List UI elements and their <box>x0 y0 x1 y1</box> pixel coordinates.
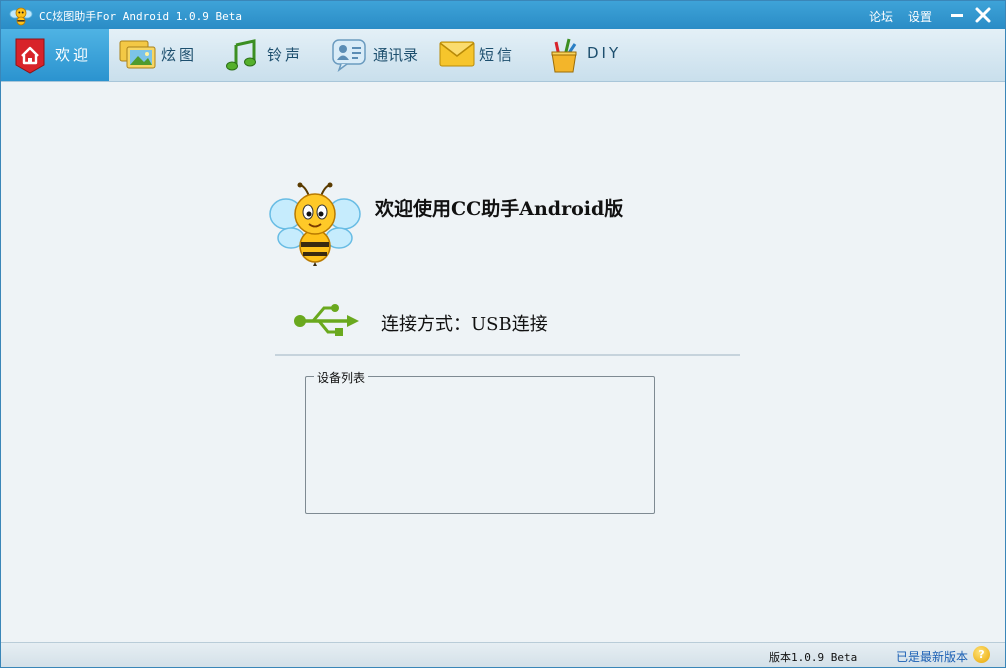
tab-diy-label: DIY <box>587 44 622 62</box>
device-list-label: 设备列表 <box>314 369 369 386</box>
tab-welcome[interactable]: 欢迎 <box>1 29 109 81</box>
tab-contacts-label: 通讯录 <box>373 46 419 64</box>
window-title: CC炫图助手For Android 1.0.9 Beta <box>39 10 242 23</box>
app-window: CC炫图助手For Android 1.0.9 Beta 论坛 设置 欢迎 炫图… <box>0 0 1006 668</box>
picture-icon <box>119 40 156 69</box>
tab-ringtones-label: 铃声 <box>267 46 304 64</box>
section-divider <box>275 354 740 356</box>
tab-ringtones[interactable]: 铃声 <box>219 29 319 81</box>
welcome-heading: 欢迎使用CC助手Android版 <box>375 198 624 220</box>
bee-mascot-icon <box>269 182 361 266</box>
tab-pictures-label: 炫图 <box>161 46 198 64</box>
welcome-panel: 欢迎使用CC助手Android版 连接方式：USB连接 设备列表 <box>1 82 1005 642</box>
tab-contacts[interactable]: 通讯录 <box>329 29 429 81</box>
main-toolbar: 欢迎 炫图 铃声 通讯录 短信 DIY <box>1 29 1005 82</box>
bee-logo-icon <box>9 7 33 26</box>
contacts-icon <box>332 39 366 72</box>
device-list-group[interactable]: 设备列表 <box>305 369 655 514</box>
title-bar[interactable]: CC炫图助手For Android 1.0.9 Beta 论坛 设置 <box>1 1 1005 29</box>
status-bar: 版本1.0.9 Beta 已是最新版本 ? <box>1 642 1005 667</box>
minimize-icon[interactable] <box>947 5 967 25</box>
usb-icon <box>294 304 359 336</box>
tab-messages[interactable]: 短信 <box>437 29 537 81</box>
tab-pictures[interactable]: 炫图 <box>111 29 215 81</box>
music-note-icon <box>226 39 256 71</box>
close-icon[interactable] <box>973 5 993 25</box>
settings-link[interactable]: 设置 <box>908 8 932 25</box>
connection-mode-text: 连接方式：USB连接 <box>381 314 548 335</box>
forum-link[interactable]: 论坛 <box>869 8 893 25</box>
tab-messages-label: 短信 <box>479 46 516 64</box>
help-icon[interactable]: ? <box>973 646 990 663</box>
envelope-icon <box>439 41 475 67</box>
tab-diy[interactable]: DIY <box>545 29 635 81</box>
version-text: 版本1.0.9 Beta <box>769 651 858 664</box>
latest-version-link[interactable]: 已是最新版本 <box>896 648 968 665</box>
home-icon <box>15 38 45 74</box>
paint-bucket-icon <box>551 38 577 73</box>
tab-welcome-label: 欢迎 <box>55 46 92 64</box>
